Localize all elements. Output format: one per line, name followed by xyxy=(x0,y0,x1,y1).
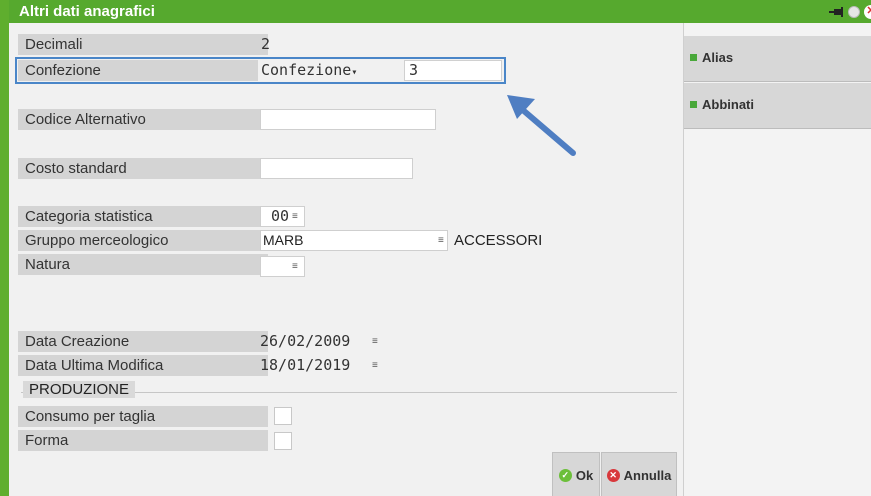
menu-icon[interactable]: ≡ xyxy=(438,230,444,251)
annulla-button-label: Annulla xyxy=(623,467,672,483)
costo-standard-label: Costo standard xyxy=(18,158,268,179)
abbinati-button-label: Abbinati xyxy=(702,97,754,112)
alias-button[interactable]: Alias xyxy=(684,36,871,82)
costo-standard-input[interactable] xyxy=(260,158,413,179)
gruppo-merceologico-input[interactable]: MARB ≡ xyxy=(260,230,448,251)
confezione-select[interactable]: Confezione▾ xyxy=(261,60,357,83)
gruppo-merceologico-description: ACCESSORI xyxy=(454,232,543,249)
codice-alternativo-input[interactable] xyxy=(260,109,436,130)
ok-button[interactable]: ✓ Ok xyxy=(552,452,600,496)
gruppo-merceologico-label: Gruppo merceologico xyxy=(18,230,268,251)
status-dot-icon[interactable] xyxy=(848,5,860,18)
bullet-icon xyxy=(690,101,697,108)
natura-input[interactable]: ≡ xyxy=(260,256,305,277)
abbinati-button[interactable]: Abbinati xyxy=(684,83,871,129)
alias-button-label: Alias xyxy=(702,50,734,65)
annulla-button[interactable]: ✕ Annulla xyxy=(601,452,677,496)
natura-label: Natura xyxy=(18,254,268,275)
consumo-per-taglia-label: Consumo per taglia xyxy=(18,406,268,427)
menu-icon[interactable]: ≡ xyxy=(372,355,378,376)
arrow-pointer-icon xyxy=(507,95,576,156)
decimali-value[interactable]: 2 xyxy=(261,34,270,55)
pin-icon[interactable] xyxy=(828,4,844,20)
forma-label: Forma xyxy=(18,430,268,451)
confezione-qty-value: 3 xyxy=(409,61,419,79)
side-panel: Alias Abbinati xyxy=(683,23,871,496)
menu-icon[interactable]: ≡ xyxy=(292,256,298,277)
menu-icon[interactable]: ≡ xyxy=(292,206,298,227)
data-ultima-modifica-value[interactable]: 18/01/2019 xyxy=(260,355,350,376)
confezione-label: Confezione xyxy=(18,60,258,81)
check-icon: ✓ xyxy=(558,468,572,482)
categoria-statistica-value: 00 xyxy=(271,207,290,225)
produzione-title: PRODUZIONE xyxy=(23,381,136,398)
ok-button-label: Ok xyxy=(575,467,594,483)
forma-checkbox[interactable] xyxy=(274,432,292,450)
consumo-per-taglia-checkbox[interactable] xyxy=(274,407,292,425)
data-creazione-label: Data Creazione xyxy=(18,331,268,352)
data-ultima-modifica-label: Data Ultima Modifica xyxy=(18,355,268,376)
cancel-icon: ✕ xyxy=(606,468,620,482)
confezione-qty-input[interactable]: 3 xyxy=(404,60,502,81)
categoria-statistica-input[interactable]: 00 ≡ xyxy=(260,206,305,227)
categoria-statistica-label: Categoria statistica xyxy=(18,206,268,227)
confezione-select-value: Confezione xyxy=(261,61,352,79)
bullet-icon xyxy=(690,54,697,61)
title-controls: ✕ xyxy=(828,3,871,20)
close-icon[interactable]: ✕ xyxy=(864,4,871,19)
decimali-label: Decimali xyxy=(18,34,268,55)
title-bar: Altri dati anagrafici ✕ xyxy=(9,0,871,23)
gruppo-merceologico-value: MARB xyxy=(263,232,304,248)
menu-icon[interactable]: ≡ xyxy=(372,331,378,352)
codice-alternativo-label: Codice Alternativo xyxy=(18,109,268,130)
data-creazione-value[interactable]: 26/02/2009 xyxy=(260,331,350,352)
window-title: Altri dati anagrafici xyxy=(19,3,155,20)
form-area: Decimali 2 Confezione Confezione▾ 3 Codi… xyxy=(9,23,683,496)
chevron-down-icon[interactable]: ▾ xyxy=(351,67,357,78)
